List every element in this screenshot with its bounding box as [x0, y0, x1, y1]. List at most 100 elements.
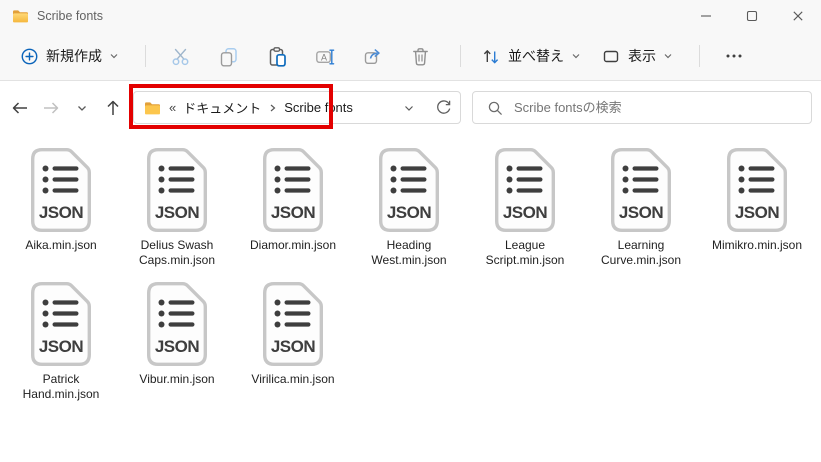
view-button[interactable]: 表示 [591, 39, 683, 73]
file-name-line: Diamor.min.json [249, 238, 337, 252]
rename-button[interactable]: A [304, 39, 344, 73]
trash-icon [412, 47, 428, 65]
file-name: Learning Curve.min.json [601, 238, 681, 268]
breadcrumb-item-documents[interactable]: ドキュメント [176, 98, 268, 117]
file-explorer-window: Scribe fonts 新規作成 A 並べ替え 表示 « ドキュメント Scr… [0, 0, 821, 462]
navigation-bar: « ドキュメント Scribe fonts [0, 82, 821, 135]
json-file-icon: JSON [31, 282, 91, 366]
paste-button[interactable] [256, 39, 296, 73]
refresh-button[interactable] [430, 94, 456, 122]
copy-button[interactable] [208, 39, 248, 73]
file-name-line: Script.min.json [485, 253, 565, 267]
search-box [472, 91, 812, 124]
file-type-label: JSON [39, 203, 84, 222]
file-name: Diamor.min.json [250, 238, 336, 253]
file-name-line: Patrick [42, 372, 80, 386]
window-title: Scribe fonts [37, 9, 104, 23]
back-button[interactable] [4, 91, 35, 124]
minimize-icon [701, 15, 711, 17]
search-icon [488, 101, 502, 115]
file-item[interactable]: JSON Learning Curve.min.json [583, 147, 699, 268]
file-name-line: League [504, 238, 546, 252]
history-dropdown-button[interactable] [66, 91, 97, 124]
cut-button[interactable] [160, 39, 200, 73]
svg-text:A: A [321, 52, 327, 62]
file-type-label: JSON [619, 203, 664, 222]
file-name-line: West.min.json [371, 253, 447, 267]
address-bar[interactable]: « ドキュメント Scribe fonts [133, 91, 461, 124]
file-type-label: JSON [155, 203, 200, 222]
file-name-line: Aika.min.json [25, 238, 97, 252]
file-name: Vibur.min.json [139, 372, 214, 387]
file-name: Delius Swash Caps.min.json [139, 238, 215, 268]
file-type-label: JSON [39, 337, 84, 356]
content-area: JSON Aika.min.json JSON Delius Swash Caps… [0, 136, 821, 462]
sort-icon [483, 50, 499, 64]
up-button[interactable] [97, 91, 128, 124]
file-item[interactable]: JSON Heading West.min.json [351, 147, 467, 268]
refresh-icon [436, 100, 450, 114]
share-icon [364, 48, 380, 64]
plus-circle-icon [21, 48, 38, 64]
breadcrumb-item-current[interactable]: Scribe fonts [277, 100, 360, 115]
file-name-line: Learning [617, 238, 665, 252]
chevron-down-icon [572, 54, 580, 59]
file-name-line: Curve.min.json [600, 253, 682, 267]
address-dropdown-button[interactable] [396, 94, 422, 122]
file-name: Patrick Hand.min.json [23, 372, 100, 402]
copy-icon [220, 47, 237, 67]
new-button-label: 新規作成 [46, 48, 102, 64]
file-item[interactable]: JSON League Script.min.json [467, 147, 583, 268]
delete-button[interactable] [400, 39, 440, 73]
back-icon [12, 101, 27, 114]
file-name-line: Mimikro.min.json [711, 238, 802, 252]
json-file-icon: JSON [263, 282, 323, 366]
topbar: Scribe fonts 新規作成 A 並べ替え 表示 [0, 0, 821, 81]
file-name: Mimikro.min.json [712, 238, 802, 253]
json-file-icon: JSON [147, 282, 207, 366]
json-file-icon: JSON [31, 148, 91, 232]
file-item[interactable]: JSON Diamor.min.json [235, 147, 351, 268]
view-label: 表示 [628, 48, 656, 64]
more-options-button[interactable] [714, 39, 754, 73]
maximize-button[interactable] [729, 0, 775, 32]
chevron-down-icon [664, 54, 672, 59]
file-type-label: JSON [271, 337, 316, 356]
file-name-line: Hand.min.json [22, 387, 100, 401]
json-file-icon: JSON [727, 148, 787, 232]
minimize-button[interactable] [683, 0, 729, 32]
json-file-icon: JSON [611, 148, 671, 232]
more-icon [726, 54, 742, 58]
search-input[interactable] [512, 99, 811, 116]
toolbar-separator [145, 45, 146, 67]
json-file-icon: JSON [263, 148, 323, 232]
file-name-line: Heading [386, 238, 432, 252]
file-grid: JSON Aika.min.json JSON Delius Swash Caps… [0, 136, 821, 415]
file-item[interactable]: JSON Aika.min.json [3, 147, 119, 268]
breadcrumb-separator-icon [270, 104, 276, 111]
file-item[interactable]: JSON Patrick Hand.min.json [3, 281, 119, 402]
file-item[interactable]: JSON Delius Swash Caps.min.json [119, 147, 235, 268]
breadcrumb-folder-icon [145, 101, 160, 114]
file-item[interactable]: JSON Vibur.min.json [119, 281, 235, 402]
window-controls [683, 0, 821, 32]
breadcrumb-overflow[interactable]: « [169, 100, 176, 115]
file-name-line: Delius Swash [140, 238, 214, 252]
file-name: Heading West.min.json [371, 238, 446, 268]
file-type-label: JSON [271, 203, 316, 222]
new-button[interactable]: 新規作成 [10, 39, 129, 73]
folder-icon [13, 10, 28, 23]
file-name-line: Caps.min.json [138, 253, 216, 267]
share-button[interactable] [352, 39, 392, 73]
close-icon [793, 11, 803, 21]
cut-icon [172, 48, 188, 65]
file-item[interactable]: JSON Virilica.min.json [235, 281, 351, 402]
forward-button[interactable] [35, 91, 66, 124]
file-name-line: Virilica.min.json [251, 372, 335, 386]
sort-button[interactable]: 並べ替え [471, 39, 591, 73]
json-file-icon: JSON [379, 148, 439, 232]
view-icon [603, 50, 619, 63]
file-item[interactable]: JSON Mimikro.min.json [699, 147, 815, 268]
file-type-label: JSON [155, 337, 200, 356]
close-button[interactable] [775, 0, 821, 32]
